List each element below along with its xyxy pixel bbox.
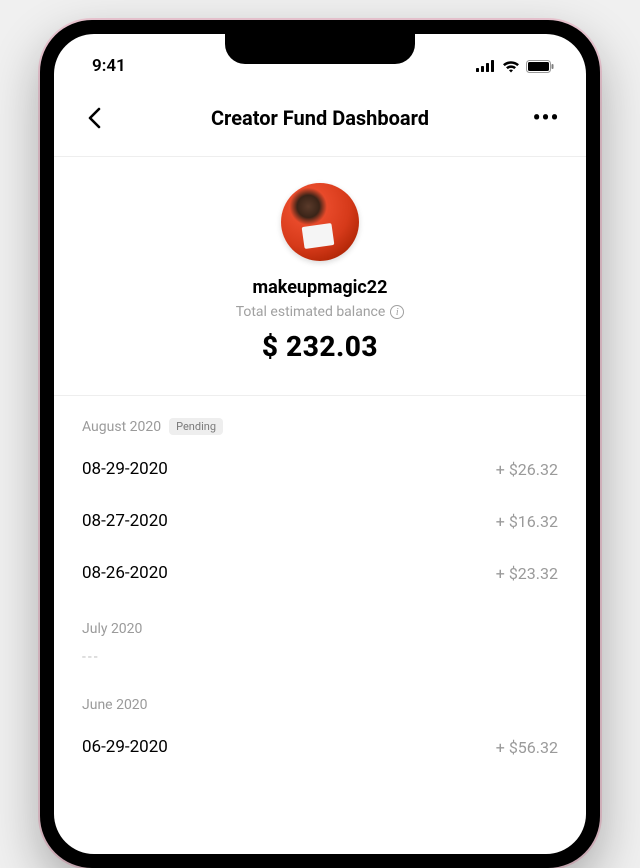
transaction-amount: + $26.32 [496,460,558,479]
transaction-amount: + $16.32 [496,512,558,531]
app-header: Creator Fund Dashboard ••• [54,88,586,157]
month-label: August 2020 [82,419,161,435]
transaction-row[interactable]: 08-27-2020 + $16.32 [82,495,558,547]
back-button[interactable] [74,98,114,138]
transaction-amount: + $23.32 [496,564,558,583]
phone-frame: 9:41 Creator Fund Dashboard ••• [40,20,600,868]
transaction-row[interactable]: 06-29-2020 + $56.32 [82,721,558,773]
avatar[interactable] [281,183,359,261]
cellular-signal-icon [476,60,496,72]
phone-screen: 9:41 Creator Fund Dashboard ••• [54,34,586,854]
transaction-row[interactable]: 08-26-2020 + $23.32 [82,547,558,599]
transaction-amount: + $56.32 [496,738,558,757]
transaction-date: 08-29-2020 [82,459,168,479]
battery-icon [526,60,554,73]
transactions-list: August 2020 Pending 08-29-2020 + $26.32 … [54,396,586,773]
month-header-august: August 2020 Pending [82,396,558,443]
wifi-icon [502,60,520,73]
month-label: June 2020 [82,697,148,713]
pending-badge: Pending [169,418,223,435]
username: makeupmagic22 [253,277,388,298]
balance-amount: $ 232.03 [262,330,378,363]
status-time: 9:41 [92,56,126,76]
month-header-july: July 2020 [82,599,558,645]
more-icon: ••• [533,106,560,131]
empty-month-marker: --- [82,645,558,675]
transaction-date: 08-26-2020 [82,563,168,583]
phone-notch [225,34,415,64]
profile-section: makeupmagic22 Total estimated balance i … [54,157,586,396]
transaction-date: 06-29-2020 [82,737,168,757]
month-label: July 2020 [82,621,142,637]
status-icons [476,60,554,73]
page-title: Creator Fund Dashboard [114,106,526,130]
chevron-left-icon [87,107,101,129]
transaction-row[interactable]: 08-29-2020 + $26.32 [82,443,558,495]
info-icon[interactable]: i [390,305,404,319]
transaction-date: 08-27-2020 [82,511,168,531]
more-options-button[interactable]: ••• [526,98,566,138]
month-header-june: June 2020 [82,675,558,721]
balance-label: Total estimated balance [236,304,386,320]
balance-label-row: Total estimated balance i [236,304,405,320]
